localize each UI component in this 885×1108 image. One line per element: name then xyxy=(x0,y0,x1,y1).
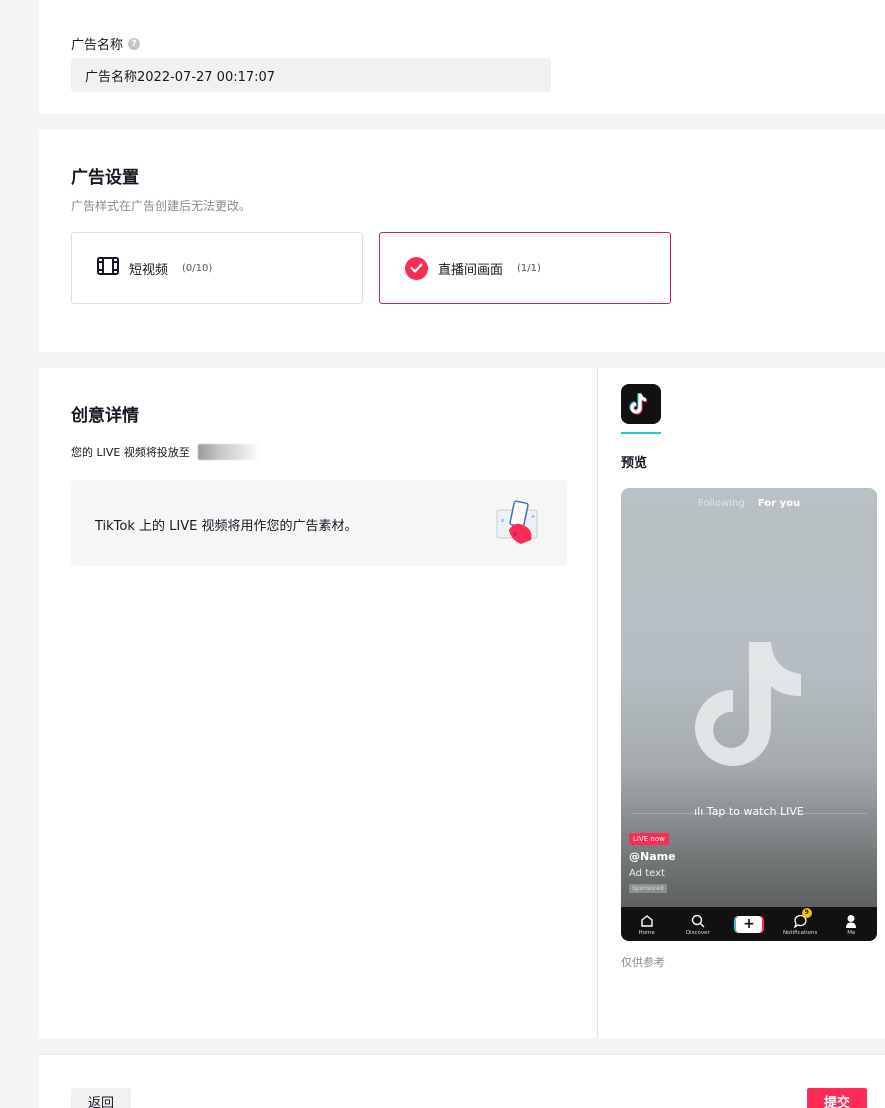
creative-details-card: 创意详情 您的 LIVE 视频将投放至 TikTok 上的 LIVE 视频将用作… xyxy=(39,368,885,1038)
phone-bottom-nav: Home Discover + 9 Notifications Me xyxy=(621,907,877,941)
ad-name-card: 广告名称 ? xyxy=(39,0,885,114)
notification-badge: 9 xyxy=(801,907,812,918)
phone-top-tabs: Following For you xyxy=(621,498,877,509)
blurred-account-name xyxy=(197,444,260,460)
format-option-short-video[interactable]: 短视频 (0/10) xyxy=(71,232,363,304)
preview-label: 预览 xyxy=(621,456,648,471)
tab-for-you: For you xyxy=(757,498,801,509)
nav-me-label: Me xyxy=(847,929,856,936)
ad-settings-card: 广告设置 广告样式在广告创建后无法更改。 短视频 (0/10) 直播间画面 (1… xyxy=(39,130,885,352)
info-box: TikTok 上的 LIVE 视频将用作您的广告素材。 x + xyxy=(71,480,567,566)
format-option-count: (0/10) xyxy=(182,262,213,274)
delivery-prefix: 您的 LIVE 视频将投放至 xyxy=(71,446,190,459)
check-circle-icon xyxy=(405,256,428,280)
nav-home-label: Home xyxy=(638,929,655,936)
reference-only-note: 仅供参考 xyxy=(621,956,665,969)
format-option-label: 直播间画面 xyxy=(438,262,504,278)
phone-hand-illustration-icon: x + xyxy=(496,500,538,544)
nav-notifications: 9 Notifications xyxy=(777,907,823,936)
back-button[interactable]: 返回 xyxy=(71,1088,131,1108)
film-icon xyxy=(97,257,119,279)
nav-create: + xyxy=(726,915,772,933)
info-text: TikTok 上的 LIVE 视频将用作您的广告素材。 xyxy=(95,519,358,534)
submit-button[interactable]: 提交 xyxy=(807,1088,867,1108)
tiktok-logo-icon xyxy=(629,392,648,415)
search-icon xyxy=(691,914,705,927)
nav-discover: Discover xyxy=(675,913,721,936)
phone-preview: Following For you ılı Tap to watch LIVE … xyxy=(621,488,877,941)
tab-underline xyxy=(621,432,661,434)
plus-icon: + xyxy=(735,915,762,933)
phone-username: @Name xyxy=(629,850,676,863)
ad-settings-title: 广告设置 xyxy=(71,168,139,188)
ad-name-label: 广告名称 xyxy=(71,38,124,53)
footer-bar: 返回 提交 xyxy=(39,1054,885,1108)
question-circle-icon[interactable]: ? xyxy=(128,37,141,50)
phone-ad-text: Ad text xyxy=(629,868,665,879)
nav-notifications-label: Notifications xyxy=(782,929,818,936)
svg-text:x: x xyxy=(501,518,504,524)
live-now-badge: LIVE now xyxy=(629,833,669,845)
creative-left-pane: 创意详情 您的 LIVE 视频将投放至 TikTok 上的 LIVE 视频将用作… xyxy=(39,368,598,1038)
nav-discover-label: Discover xyxy=(685,929,710,936)
creative-title: 创意详情 xyxy=(71,406,139,426)
ad-settings-subtitle: 广告样式在广告创建后无法更改。 xyxy=(71,199,252,213)
format-option-label: 短视频 xyxy=(129,262,169,278)
format-option-count: (1/1) xyxy=(517,262,541,274)
preview-pane: 预览 Following For you ılı Tap to watch LI… xyxy=(599,368,885,1038)
profile-icon xyxy=(846,914,857,928)
tiktok-watermark-icon xyxy=(695,642,801,766)
ad-name-input[interactable] xyxy=(71,58,551,92)
svg-text:+: + xyxy=(531,514,535,520)
tap-to-watch-live: ılı Tap to watch LIVE xyxy=(694,805,804,818)
tab-following: Following xyxy=(697,498,745,509)
format-option-live-screen[interactable]: 直播间画面 (1/1) xyxy=(379,232,671,304)
nav-home: Home xyxy=(624,913,670,936)
delivery-line: 您的 LIVE 视频将投放至 xyxy=(71,444,260,460)
ad-name-label-row: 广告名称 ? xyxy=(71,34,141,53)
tiktok-logo-tab[interactable] xyxy=(621,384,661,424)
nav-me: Me xyxy=(828,913,874,936)
sponsored-tag: Sponsored xyxy=(629,884,667,893)
home-icon xyxy=(640,914,653,927)
